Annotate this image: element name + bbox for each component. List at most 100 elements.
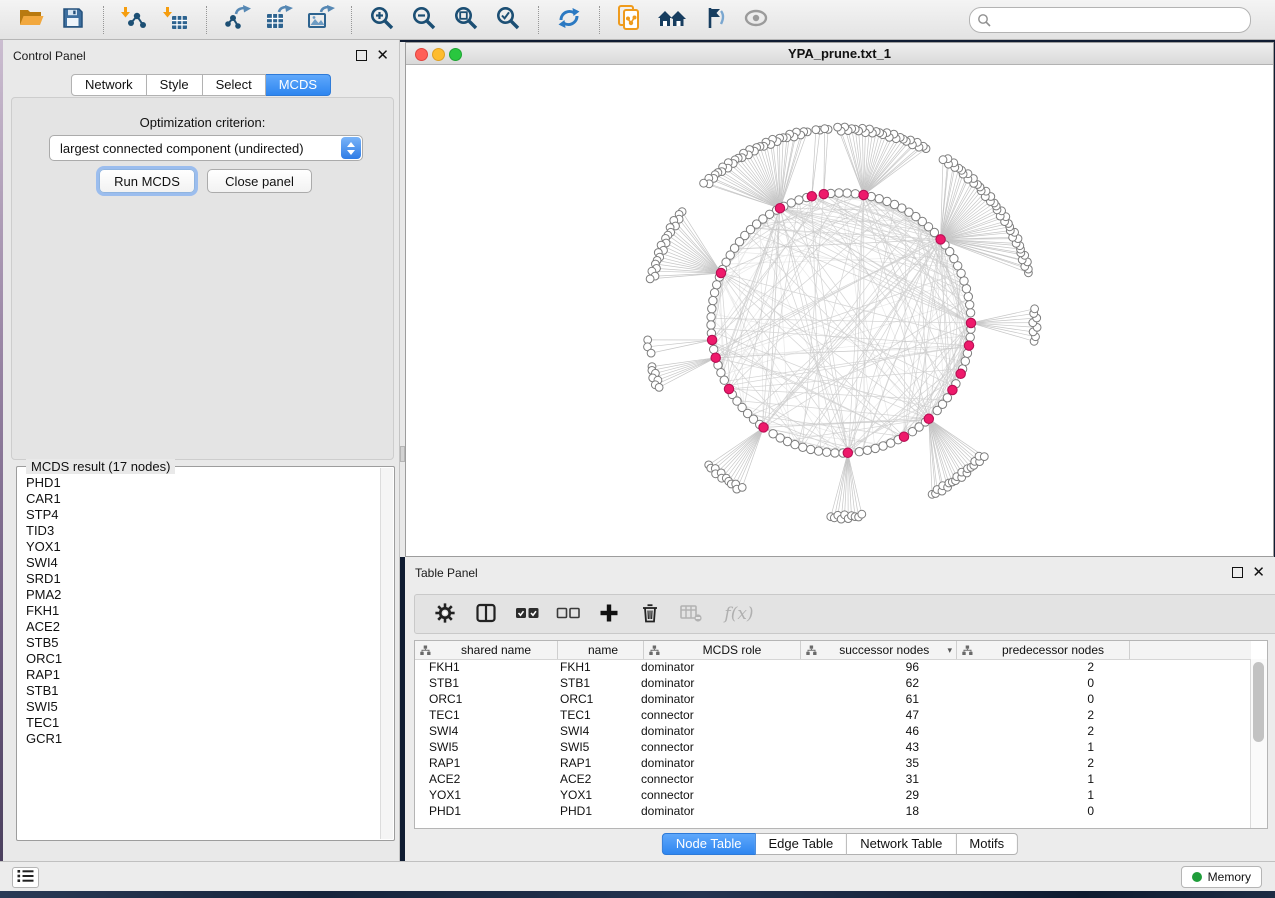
table-cell[interactable]: 61 [783, 692, 933, 706]
table-cell[interactable]: STB1 [415, 676, 552, 690]
tab-style[interactable]: Style [147, 74, 203, 96]
mcds-list-scrollbar[interactable] [380, 468, 393, 839]
import-table-button[interactable] [158, 3, 194, 37]
table-cell[interactable]: SWI4 [552, 724, 632, 738]
table-cell[interactable]: 1 [933, 772, 1100, 786]
mcds-result-item[interactable]: PMA2 [18, 587, 381, 603]
export-table-button[interactable] [261, 3, 297, 37]
table-cell[interactable]: 2 [933, 660, 1100, 674]
network-canvas[interactable] [406, 65, 1273, 556]
table-cell[interactable]: 0 [933, 676, 1100, 690]
table-row[interactable]: FKH1FKH1dominator962 [415, 659, 1251, 675]
table-cell[interactable]: 0 [933, 804, 1100, 818]
table-row[interactable]: ORC1ORC1dominator610 [415, 691, 1251, 707]
mcds-result-item[interactable]: STB1 [18, 683, 381, 699]
table-cell[interactable]: 62 [783, 676, 933, 690]
table-cell[interactable]: 43 [783, 740, 933, 754]
mcds-result-item[interactable]: TID3 [18, 523, 381, 539]
tab-node-table[interactable]: Node Table [662, 833, 756, 855]
search-box[interactable] [969, 7, 1251, 33]
export-network-button[interactable] [219, 3, 255, 37]
table-cell[interactable]: 35 [783, 756, 933, 770]
close-panel-button[interactable]: Close panel [207, 169, 312, 193]
table-cell[interactable]: 46 [783, 724, 933, 738]
open-session-button[interactable] [13, 3, 49, 37]
table-cell[interactable]: dominator [632, 676, 783, 690]
float-panel-icon[interactable] [356, 50, 367, 61]
task-history-button[interactable] [12, 867, 39, 888]
table-cell[interactable]: 1 [933, 788, 1100, 802]
table-cell[interactable]: 2 [933, 756, 1100, 770]
create-column-button[interactable] [597, 602, 621, 626]
tab-select[interactable]: Select [203, 74, 266, 96]
table-cell[interactable]: 47 [783, 708, 933, 722]
optimization-criterion-dropdown[interactable]: largest connected component (undirected) [49, 135, 363, 161]
table-cell[interactable]: ACE2 [415, 772, 552, 786]
table-cell[interactable]: SWI5 [415, 740, 552, 754]
table-cell[interactable]: connector [632, 740, 783, 754]
mcds-result-item[interactable]: CAR1 [18, 491, 381, 507]
table-cell[interactable]: ACE2 [552, 772, 632, 786]
mcds-result-item[interactable]: ACE2 [18, 619, 381, 635]
table-row[interactable]: STB1STB1dominator620 [415, 675, 1251, 691]
mcds-result-item[interactable]: SWI5 [18, 699, 381, 715]
table-cell[interactable]: dominator [632, 804, 783, 818]
table-cell[interactable]: TEC1 [415, 708, 552, 722]
delete-column-button[interactable] [638, 602, 662, 626]
zoom-in-button[interactable] [364, 3, 400, 37]
refresh-view-button[interactable] [551, 3, 587, 37]
column-header-shared-name[interactable]: shared name [415, 641, 558, 659]
zoom-selected-button[interactable] [490, 3, 526, 37]
export-image-button[interactable] [303, 3, 339, 37]
table-cell[interactable]: YOX1 [552, 788, 632, 802]
tab-network-table[interactable]: Network Table [847, 833, 956, 855]
show-details-button[interactable] [738, 3, 774, 37]
table-cell[interactable]: 31 [783, 772, 933, 786]
network-graph[interactable] [406, 65, 1273, 556]
mcds-result-item[interactable]: PHD1 [18, 475, 381, 491]
column-header-successor-nodes[interactable]: successor nodes▾ [801, 641, 957, 659]
table-cell[interactable]: RAP1 [552, 756, 632, 770]
table-row[interactable]: YOX1YOX1connector291 [415, 787, 1251, 803]
table-cell[interactable]: ORC1 [552, 692, 632, 706]
mcds-result-item[interactable]: SRD1 [18, 571, 381, 587]
table-cell[interactable]: dominator [632, 692, 783, 706]
table-cell[interactable]: SWI4 [415, 724, 552, 738]
close-panel-icon[interactable]: ✕ [1252, 568, 1265, 577]
run-mcds-button[interactable]: Run MCDS [99, 169, 195, 193]
mcds-result-item[interactable]: RAP1 [18, 667, 381, 683]
mcds-result-item[interactable]: TEC1 [18, 715, 381, 731]
table-cell[interactable]: YOX1 [415, 788, 552, 802]
table-cell[interactable]: connector [632, 772, 783, 786]
table-cell[interactable]: 2 [933, 724, 1100, 738]
table-cell[interactable]: dominator [632, 756, 783, 770]
mcds-result-item[interactable]: GCR1 [18, 731, 381, 747]
table-cell[interactable]: 18 [783, 804, 933, 818]
memory-button[interactable]: Memory [1181, 866, 1262, 888]
table-cell[interactable]: PHD1 [415, 804, 552, 818]
show-columns-button[interactable] [474, 602, 498, 626]
column-header-predecessor-nodes[interactable]: predecessor nodes [957, 641, 1130, 659]
table-row[interactable]: ACE2ACE2connector311 [415, 771, 1251, 787]
table-row[interactable]: TEC1TEC1connector472 [415, 707, 1251, 723]
table-cell[interactable]: 29 [783, 788, 933, 802]
table-row[interactable]: RAP1RAP1dominator352 [415, 755, 1251, 771]
table-scrollbar-track[interactable] [1250, 659, 1267, 828]
table-cell[interactable]: TEC1 [552, 708, 632, 722]
table-cell[interactable]: FKH1 [415, 660, 552, 674]
tab-edge-table[interactable]: Edge Table [755, 833, 847, 855]
flag-toggle-button[interactable] [696, 3, 732, 37]
table-cell[interactable]: FKH1 [552, 660, 632, 674]
float-panel-icon[interactable] [1232, 567, 1243, 578]
home-button[interactable] [654, 3, 690, 37]
search-input[interactable] [996, 11, 1243, 28]
table-cell[interactable]: 2 [933, 708, 1100, 722]
network-snapshot-button[interactable] [612, 3, 648, 37]
tab-mcds[interactable]: MCDS [266, 74, 331, 96]
table-cell[interactable]: RAP1 [415, 756, 552, 770]
close-panel-icon[interactable]: ✕ [376, 51, 389, 60]
mcds-result-item[interactable]: FKH1 [18, 603, 381, 619]
table-cell[interactable]: SWI5 [552, 740, 632, 754]
zoom-fit-button[interactable] [448, 3, 484, 37]
table-settings-button[interactable] [433, 602, 457, 626]
